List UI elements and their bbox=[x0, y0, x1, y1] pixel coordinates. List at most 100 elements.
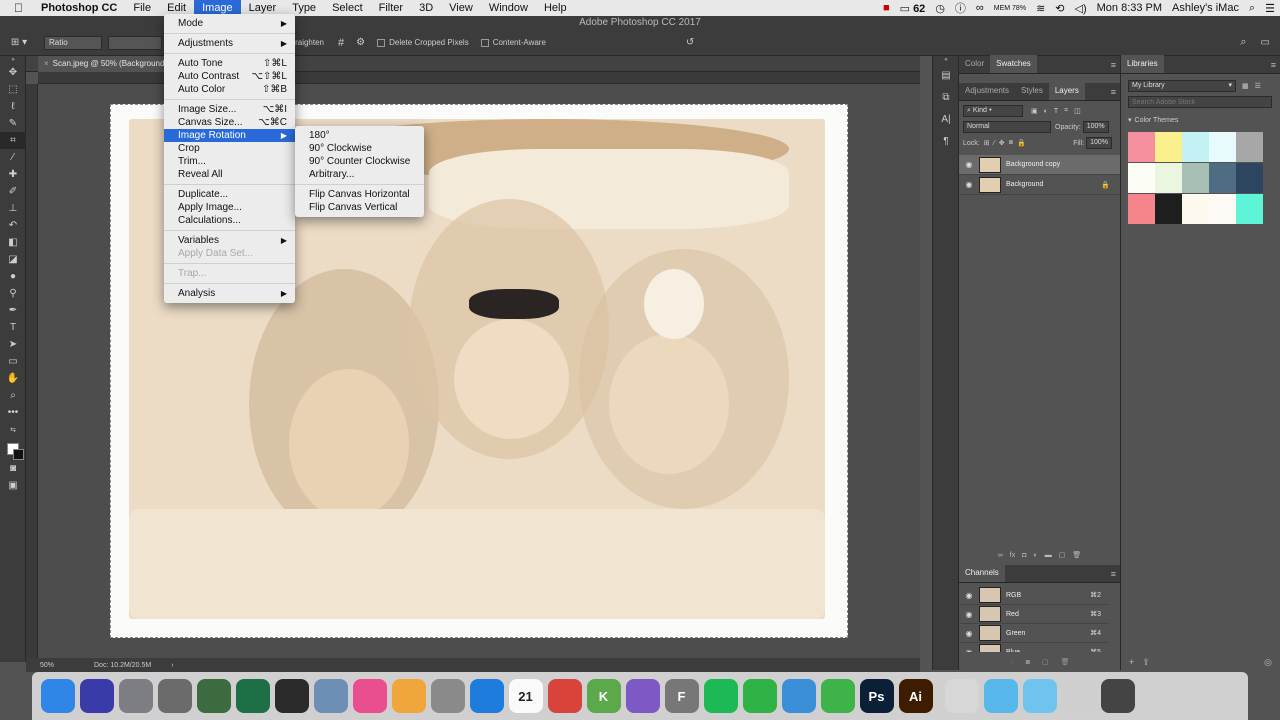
menu-item-canvas-size[interactable]: Canvas Size... ⌥⌘C bbox=[164, 116, 295, 129]
path-select-tool-icon[interactable]: ➤ bbox=[0, 336, 26, 353]
apple-icon[interactable]:  bbox=[0, 1, 33, 15]
color-themes-header[interactable]: ▾ Color Themes bbox=[1121, 112, 1280, 128]
clock[interactable]: Mon 8:33 PM bbox=[1092, 2, 1167, 14]
grid-view-icon[interactable]: ▦ bbox=[1242, 82, 1249, 90]
menu-item-flip-canvas-vertical[interactable]: Flip Canvas Vertical bbox=[295, 201, 424, 214]
history-icon[interactable]: ▤ bbox=[933, 64, 959, 86]
window-manager-icon[interactable] bbox=[196, 679, 231, 713]
camtasia-icon[interactable] bbox=[820, 679, 855, 713]
stock-search-input[interactable] bbox=[1128, 96, 1272, 108]
menu-view[interactable]: View bbox=[441, 0, 481, 16]
channel-row[interactable]: ◉ Red ⌘3 bbox=[959, 605, 1109, 624]
menu-select[interactable]: Select bbox=[324, 0, 371, 16]
overlay-grid-icon[interactable]: # bbox=[338, 37, 344, 49]
visibility-eye-icon[interactable]: ◉ bbox=[959, 610, 979, 619]
tab-color[interactable]: Color bbox=[959, 55, 990, 73]
paint-bucket-tool-icon[interactable]: ◪ bbox=[0, 251, 26, 268]
lock-move-icon[interactable]: ✥ bbox=[999, 139, 1005, 147]
dashboard-icon[interactable] bbox=[274, 679, 309, 713]
spotlight-icon[interactable]: ⌕ bbox=[1244, 2, 1260, 15]
k-app-icon[interactable]: K bbox=[586, 679, 621, 713]
lock-artboard-icon[interactable]: ⧈ bbox=[1009, 139, 1013, 147]
menu-item-calculations[interactable]: Calculations... bbox=[164, 214, 295, 227]
theme-swatch[interactable] bbox=[1182, 132, 1209, 162]
folder-icon[interactable] bbox=[1023, 679, 1057, 713]
fx-icon[interactable]: fx bbox=[1010, 552, 1015, 559]
info-icon[interactable]: ⓘ bbox=[950, 0, 971, 16]
memory-status[interactable]: MEM 78% bbox=[989, 5, 1031, 12]
type-tool-icon[interactable]: T bbox=[0, 319, 26, 336]
marquee-tool-icon[interactable]: ⬚ bbox=[0, 81, 26, 98]
file-icon[interactable] bbox=[945, 679, 979, 713]
tab-styles[interactable]: Styles bbox=[1015, 82, 1049, 100]
layer-row[interactable]: ◉ Background copy bbox=[959, 155, 1120, 175]
eraser-tool-icon[interactable]: ◧ bbox=[0, 234, 26, 251]
paragraph-icon[interactable]: ¶ bbox=[933, 130, 959, 152]
filter-adjustment-icon[interactable]: ◐ bbox=[1044, 108, 1048, 115]
lock-pixels-icon[interactable]: ⊞ bbox=[984, 139, 990, 147]
spotify-icon[interactable] bbox=[703, 679, 738, 713]
filter-kind-dropdown[interactable]: ⌕ Kind ▾ bbox=[963, 105, 1023, 117]
tab-swatches[interactable]: Swatches bbox=[990, 55, 1037, 73]
menu-item-duplicate[interactable]: Duplicate... bbox=[164, 188, 295, 201]
siri-icon[interactable] bbox=[79, 679, 114, 713]
theme-swatch[interactable] bbox=[1209, 132, 1236, 162]
preview-icon[interactable] bbox=[313, 679, 348, 713]
image-file-icon[interactable] bbox=[1062, 679, 1096, 713]
new-layer-icon[interactable]: ▢ bbox=[1059, 551, 1066, 559]
move-tool-icon[interactable]: ✥ bbox=[0, 64, 26, 81]
itunes-icon[interactable] bbox=[352, 679, 387, 713]
zoom-level[interactable]: 50% bbox=[40, 662, 94, 669]
menu-help[interactable]: Help bbox=[536, 0, 575, 16]
upload-icon[interactable]: ⇪ bbox=[1142, 657, 1150, 668]
user-name[interactable]: Ashley's iMac bbox=[1167, 2, 1244, 14]
delete-cropped-checkbox[interactable]: Delete Cropped Pixels bbox=[377, 38, 469, 47]
crop-tool-icon[interactable]: ⌗ bbox=[0, 132, 26, 149]
theme-swatch[interactable] bbox=[1182, 163, 1209, 193]
content-aware-checkbox[interactable]: Content-Aware bbox=[480, 38, 546, 47]
photos-icon[interactable] bbox=[391, 679, 426, 713]
list-view-icon[interactable]: ☰ bbox=[1255, 82, 1261, 90]
app-store-folder-icon[interactable] bbox=[984, 679, 1018, 713]
search-icon[interactable]: ⌕ bbox=[1240, 36, 1246, 49]
zoom-tool-icon[interactable]: ⌕ bbox=[0, 387, 26, 404]
filter-smart-icon[interactable]: ◫ bbox=[1074, 107, 1081, 115]
crop-tool-preset-icon[interactable]: ⊞ ▾ bbox=[0, 34, 38, 51]
panel-menu-icon[interactable]: ≡ bbox=[1111, 83, 1116, 101]
document-tab[interactable]: × Scan.jpeg @ 50% (Background co bbox=[38, 56, 178, 72]
history-brush-tool-icon[interactable]: ↶ bbox=[0, 217, 26, 234]
libraries-title[interactable]: Libraries bbox=[1121, 55, 1164, 73]
load-selection-icon[interactable]: ◌ bbox=[1010, 659, 1014, 666]
theme-swatch[interactable] bbox=[1155, 132, 1182, 162]
safari-icon[interactable] bbox=[469, 679, 504, 713]
adjustment-layer-icon[interactable]: ◐ bbox=[1033, 552, 1037, 559]
delete-layer-icon[interactable]: 🗑 bbox=[1072, 551, 1081, 559]
properties-icon[interactable]: ⧉ bbox=[933, 86, 959, 108]
ratio-width-field[interactable] bbox=[108, 35, 162, 50]
theme-swatch[interactable] bbox=[1128, 163, 1155, 193]
mail-icon[interactable] bbox=[781, 679, 816, 713]
trash-icon[interactable] bbox=[1140, 679, 1174, 713]
photoshop-icon[interactable]: Ps bbox=[859, 679, 894, 713]
font-book-icon[interactable]: F bbox=[664, 679, 699, 713]
add-content-icon[interactable]: + bbox=[1129, 657, 1134, 667]
menu-item-arbitrary[interactable]: Arbitrary... bbox=[295, 168, 424, 181]
dodge-tool-icon[interactable]: ⚲ bbox=[0, 285, 26, 302]
layer-row[interactable]: ◉ Background 🔒 bbox=[959, 175, 1120, 195]
theme-swatch[interactable] bbox=[1236, 163, 1263, 193]
menu-window[interactable]: Window bbox=[481, 0, 536, 16]
theme-swatch[interactable] bbox=[1209, 194, 1236, 224]
screenshot-icon[interactable] bbox=[1101, 679, 1135, 713]
menu-item-apply-image[interactable]: Apply Image... bbox=[164, 201, 295, 214]
visibility-eye-icon[interactable]: ◉ bbox=[959, 591, 979, 600]
more-tools-icon[interactable]: ••• bbox=[0, 404, 26, 421]
time-machine-menu-icon[interactable]: ⟲ bbox=[1050, 2, 1069, 15]
library-dropdown[interactable]: My Library ▾ bbox=[1128, 80, 1236, 92]
link-layers-icon[interactable]: ∞ bbox=[998, 552, 1003, 559]
filter-type-icon[interactable]: T bbox=[1054, 108, 1058, 115]
calendar-icon[interactable]: 21 bbox=[508, 679, 543, 713]
swap-colors-icon[interactable]: ⇆ bbox=[0, 421, 26, 438]
panel-menu-icon[interactable]: ≡ bbox=[1111, 565, 1116, 583]
finder-icon[interactable] bbox=[40, 679, 75, 713]
visibility-eye-icon[interactable]: ◉ bbox=[959, 629, 979, 638]
